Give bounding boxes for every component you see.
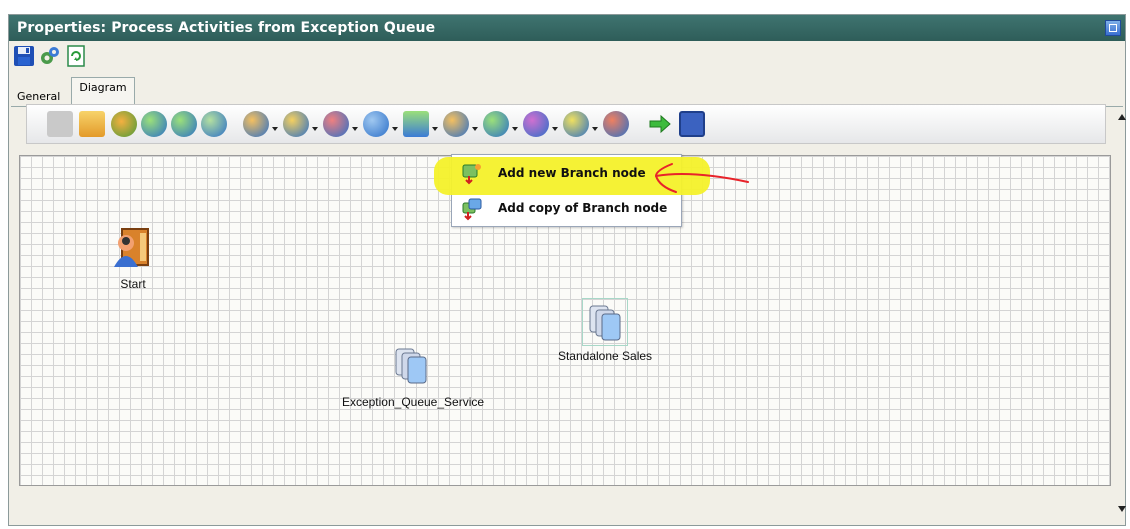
node-dropdown-3[interactable] [323,111,349,137]
node-dropdown-8[interactable] [523,111,549,137]
copy-branch-node-icon [460,197,484,226]
annotation-arrow-icon [654,163,749,193]
chevron-down-icon[interactable] [472,127,478,131]
maximize-button[interactable] [1105,20,1121,36]
node-dropdown-4[interactable] [363,111,389,137]
node-dropdown-2[interactable] [283,111,309,137]
title-bar: Properties: Process Activities from Exce… [9,15,1125,41]
vertical-scrollbar[interactable] [1116,104,1128,514]
diagram-node-exception-queue-service[interactable]: Exception_Queue_Service [342,343,484,413]
chevron-down-icon[interactable] [392,127,398,131]
node-dropdown-9[interactable] [563,111,589,137]
chevron-down-icon[interactable] [432,127,438,131]
window-title: Properties: Process Activities from Exce… [17,20,436,36]
chevron-down-icon[interactable] [312,127,318,131]
branch-node-menu: Add new Branch node Add copy of Branch n… [434,154,710,227]
service-node-icon [392,345,432,390]
menu-item-label: Add copy of Branch node [498,201,668,215]
scroll-up-icon[interactable] [1118,114,1126,120]
node-label: Standalone Sales [557,349,653,363]
diagram-node-standalone-sales[interactable]: Standalone Sales [557,296,653,366]
chevron-down-icon[interactable] [552,127,558,131]
scroll-down-icon[interactable] [1118,506,1126,512]
node-icon-2[interactable] [171,111,197,137]
node-dropdown-7[interactable] [483,111,509,137]
tab-diagram[interactable]: Diagram [71,77,135,107]
go-arrow-icon[interactable] [647,111,673,137]
node-dropdown-1[interactable] [243,111,269,137]
branch-node-dropdown[interactable] [403,111,429,137]
chevron-down-icon[interactable] [512,127,518,131]
menu-item-add-copy-of-branch-node[interactable]: Add copy of Branch node [452,193,681,225]
branch-node-icon [460,162,484,191]
chevron-down-icon[interactable] [272,127,278,131]
tab-general[interactable]: General [13,89,64,105]
diagram-node-start[interactable]: Start [108,227,158,297]
menu-item-add-new-branch-node[interactable]: Add new Branch node [434,157,710,195]
grid-icon[interactable] [679,111,705,137]
start-node-icon [110,227,156,274]
users-icon[interactable] [111,111,137,137]
disabled-icon [47,111,73,137]
node-icon-1[interactable] [141,111,167,137]
node-icon-3[interactable] [201,111,227,137]
node-label: Exception_Queue_Service [341,395,485,409]
node-icon-10[interactable] [603,111,629,137]
refresh-icon[interactable] [65,45,87,67]
service-node-icon [586,302,626,347]
diagram-toolbar [26,104,1106,144]
settings-gear-icon[interactable] [39,45,61,67]
save-icon[interactable] [13,45,35,67]
chevron-down-icon[interactable] [352,127,358,131]
menu-item-label: Add new Branch node [498,166,646,180]
node-dropdown-6[interactable] [443,111,469,137]
node-label: Start [120,277,146,291]
chevron-down-icon[interactable] [592,127,598,131]
add-activity-icon[interactable] [79,111,105,137]
